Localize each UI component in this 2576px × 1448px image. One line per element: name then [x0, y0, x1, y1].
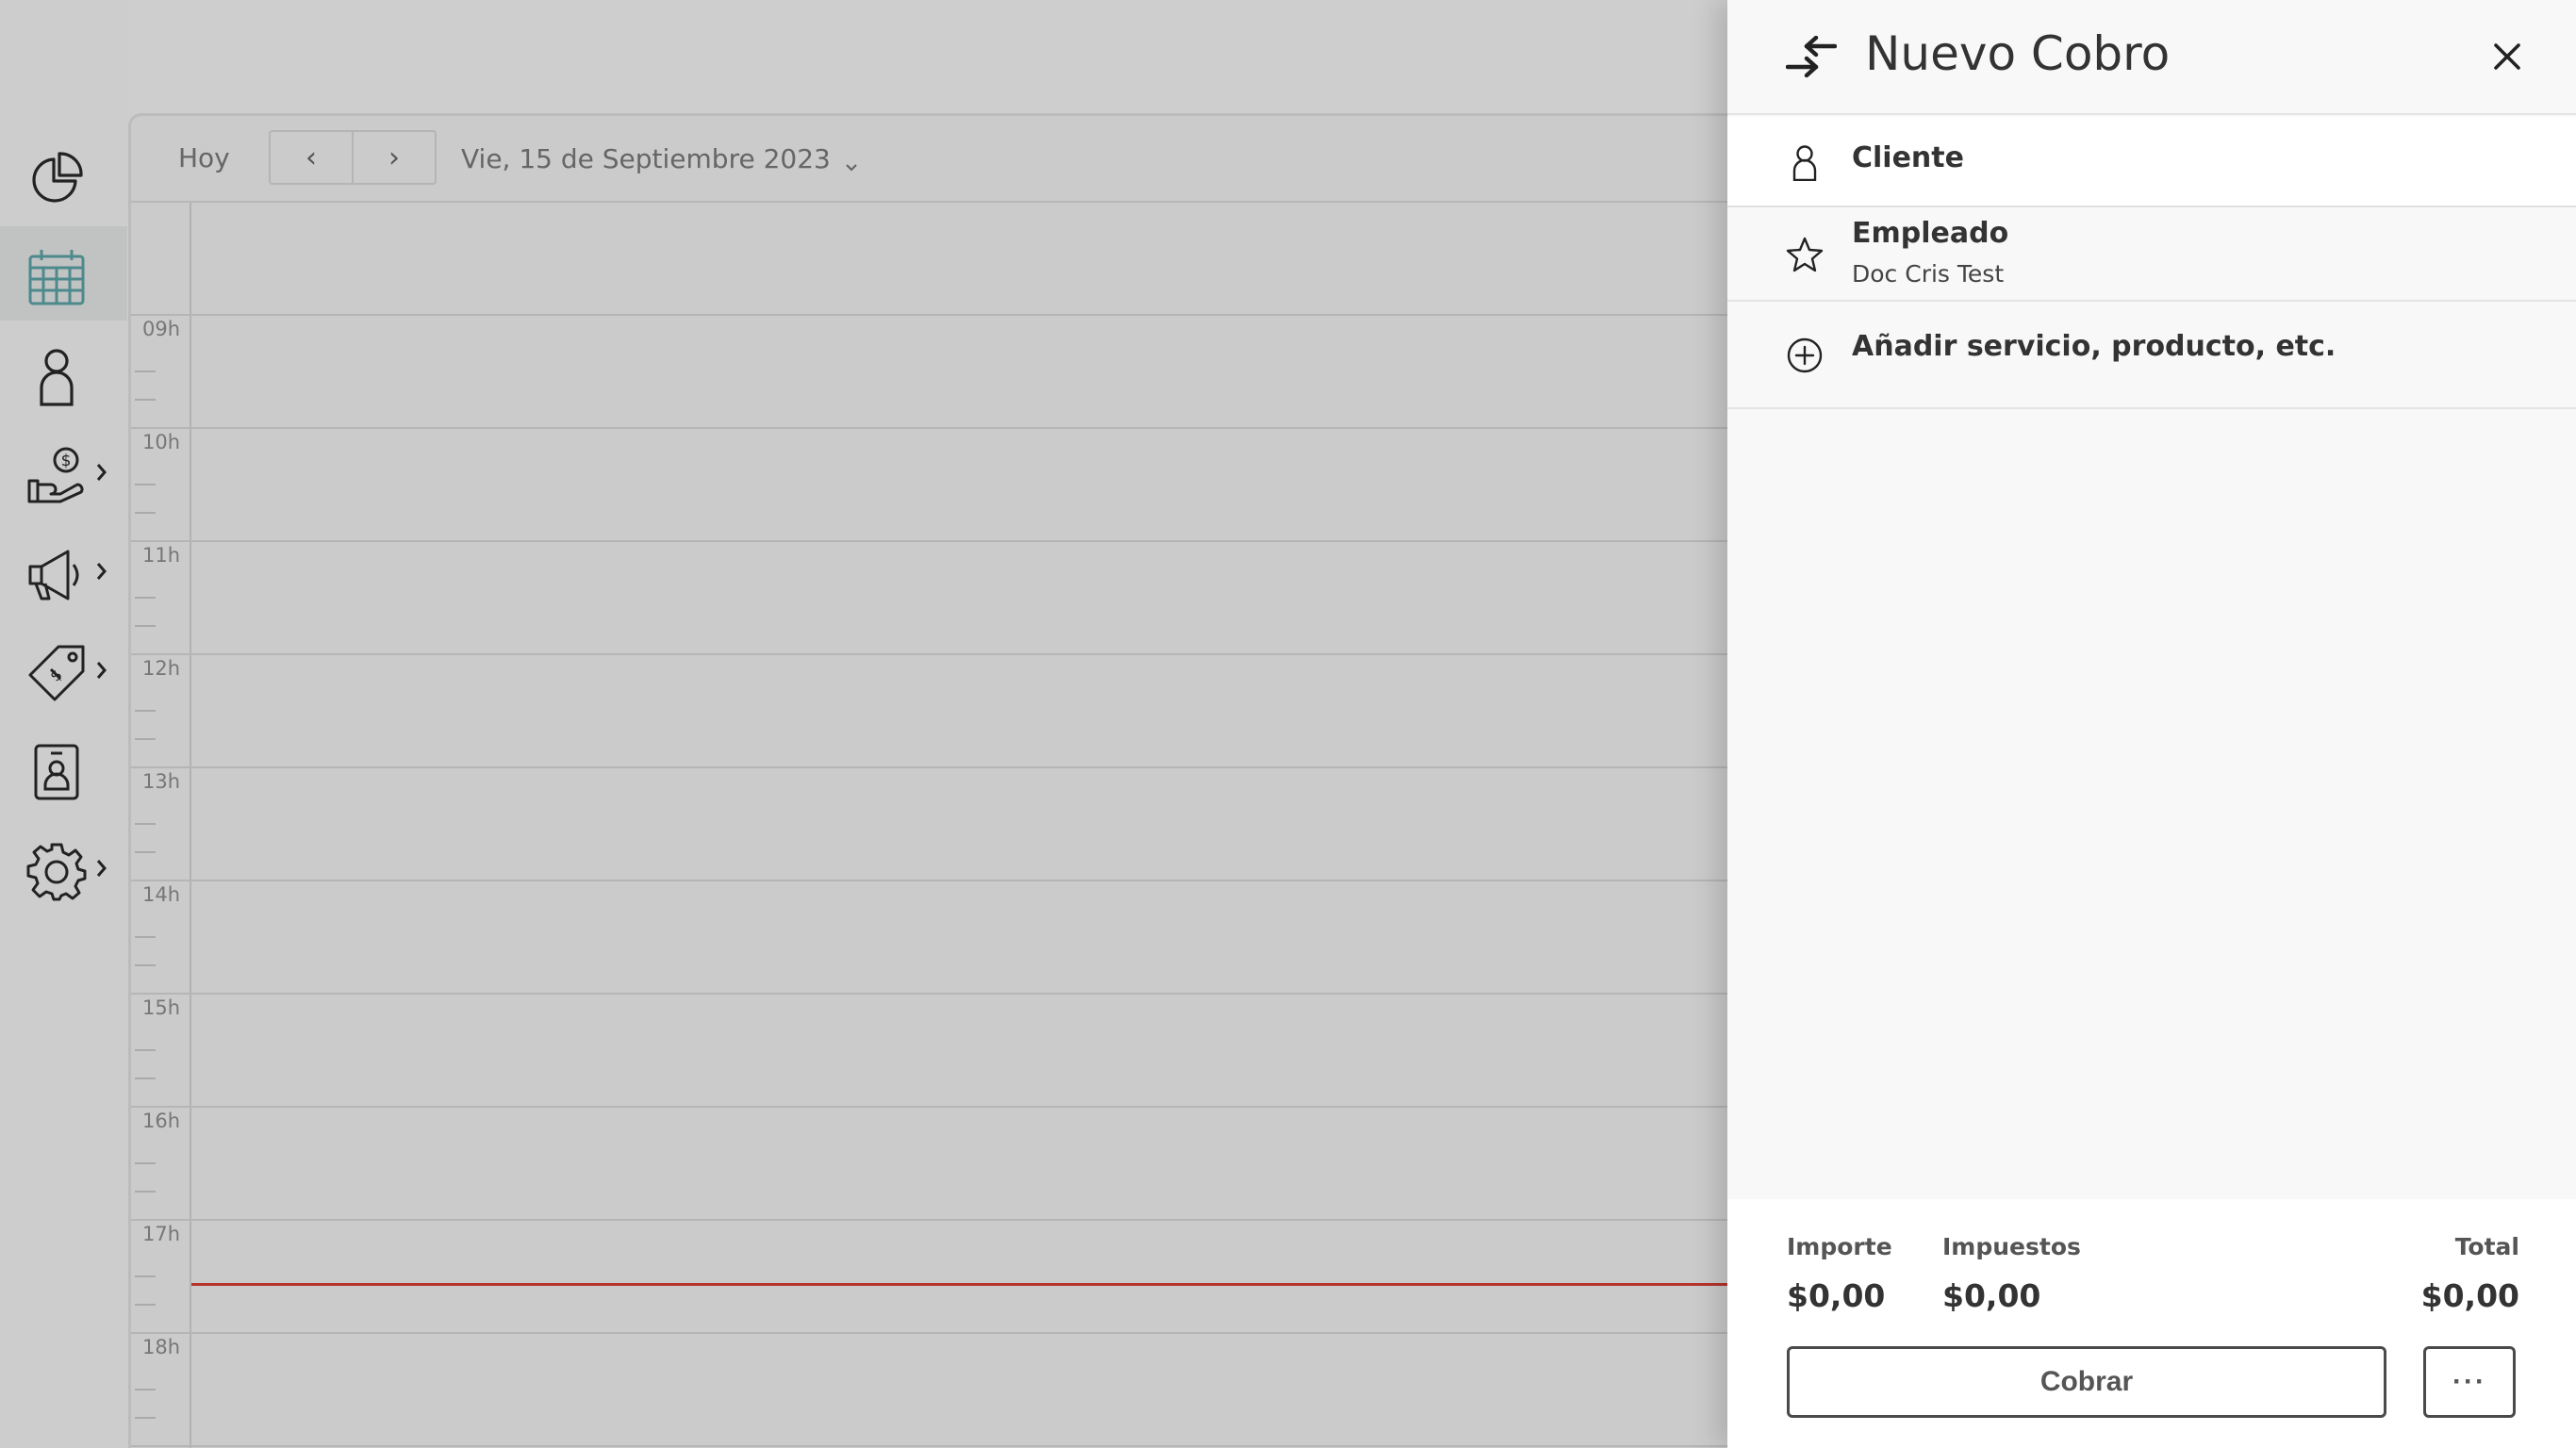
calendar-view: Hoy ‹ › Vie, 15 de Septiembre 2023 09h 1…: [128, 113, 1738, 1448]
client-selector[interactable]: Cliente: [1727, 117, 2576, 207]
impuestos-label: Impuestos: [1942, 1233, 2081, 1260]
hour-label: 16h: [142, 1110, 181, 1132]
sidebar-item-calendar[interactable]: [0, 226, 127, 321]
sidebar-item-clients[interactable]: [0, 325, 127, 420]
hour-row[interactable]: 10h: [131, 427, 1734, 540]
charge-button[interactable]: Cobrar: [1787, 1346, 2386, 1418]
add-item-button[interactable]: Añadir servicio, producto, etc.: [1727, 302, 2576, 409]
total-label: Total: [2454, 1233, 2519, 1260]
chevron-right-icon: [94, 658, 109, 683]
importe-value: $0,00: [1787, 1277, 1886, 1314]
hour-label: 15h: [142, 996, 181, 1019]
hour-row[interactable]: 12h: [131, 653, 1734, 766]
hour-label: 14h: [142, 883, 181, 906]
employee-selector[interactable]: Empleado Doc Cris Test: [1727, 207, 2576, 302]
star-icon: [1786, 236, 1824, 273]
sidebar-item-settings[interactable]: [0, 820, 127, 914]
hour-row[interactable]: 17h: [131, 1219, 1734, 1332]
chevron-down-icon: [844, 151, 859, 172]
more-options-button[interactable]: ···: [2423, 1346, 2516, 1418]
sidebar: $ $: [0, 0, 127, 1448]
sidebar-item-staff[interactable]: [0, 721, 127, 815]
calendar-grid[interactable]: 09h 10h 11h 12h 13h 14h 15h 16h 17h 18h: [131, 201, 1738, 1448]
hour-label: 13h: [142, 770, 181, 793]
hour-label: 10h: [142, 431, 181, 453]
employee-label: Empleado: [1852, 217, 2009, 250]
chevron-right-icon: [94, 559, 109, 584]
new-charge-panel: Nuevo Cobro Cliente Empleado Doc Cris Te…: [1727, 0, 2576, 1448]
current-date-label: Vie, 15 de Septiembre 2023: [461, 142, 831, 174]
date-navigation: ‹ ›: [269, 130, 437, 185]
hour-row[interactable]: 13h: [131, 766, 1734, 880]
current-time-indicator: [191, 1283, 1738, 1286]
add-item-label: Añadir servicio, producto, etc.: [1852, 330, 2337, 363]
hour-row[interactable]: 15h: [131, 993, 1734, 1106]
chevron-right-icon: [94, 856, 109, 880]
impuestos-value: $0,00: [1942, 1277, 2041, 1314]
swap-arrows-icon: [1786, 36, 1837, 79]
price-tags-icon: $: [26, 643, 87, 703]
hour-label: 09h: [142, 318, 181, 340]
close-icon[interactable]: [2486, 36, 2528, 77]
hour-row[interactable]: 09h: [131, 314, 1734, 427]
hour-row[interactable]: 11h: [131, 540, 1734, 653]
sidebar-item-billing[interactable]: $: [0, 424, 127, 518]
total-value: $0,00: [2420, 1277, 2519, 1314]
date-picker[interactable]: Vie, 15 de Septiembre 2023: [461, 137, 859, 180]
calendar-icon: [26, 247, 87, 307]
sidebar-item-dashboard[interactable]: [0, 127, 127, 222]
sidebar-item-marketing[interactable]: [0, 523, 127, 617]
panel-title: Nuevo Cobro: [1865, 26, 2171, 81]
calendar-toolbar: Hoy ‹ › Vie, 15 de Septiembre 2023: [131, 116, 1734, 201]
client-label: Cliente: [1852, 141, 1964, 174]
sidebar-item-catalog[interactable]: $: [0, 622, 127, 716]
user-icon: [26, 346, 87, 406]
hour-label: 17h: [142, 1223, 181, 1245]
hour-label: 18h: [142, 1336, 181, 1358]
impuestos-summary: Impuestos $0,00: [1942, 1233, 2081, 1314]
chevron-right-icon: [94, 460, 109, 485]
svg-text:$: $: [61, 452, 72, 470]
hour-row[interactable]: 16h: [131, 1106, 1734, 1219]
svg-text:$: $: [46, 666, 66, 685]
pie-chart-icon: [26, 148, 87, 208]
hour-label: 11h: [142, 544, 181, 567]
today-button[interactable]: Hoy: [178, 137, 230, 180]
importe-summary: Importe $0,00: [1787, 1233, 1892, 1314]
user-icon: [1786, 143, 1824, 181]
hour-label: 12h: [142, 657, 181, 680]
megaphone-icon: [26, 544, 87, 604]
importe-label: Importe: [1787, 1233, 1892, 1260]
employee-name: Doc Cris Test: [1852, 260, 2005, 288]
next-day-button[interactable]: ›: [352, 132, 435, 183]
plus-circle-icon: [1786, 337, 1824, 374]
hour-row[interactable]: 18h: [131, 1332, 1734, 1445]
panel-header: Nuevo Cobro: [1727, 0, 2576, 115]
id-badge-icon: [26, 742, 87, 802]
total-summary: Total $0,00: [2421, 1233, 2519, 1314]
hand-money-icon: $: [26, 445, 87, 505]
gear-icon: [26, 841, 87, 901]
previous-day-button[interactable]: ‹: [271, 132, 352, 183]
hour-row[interactable]: 14h: [131, 880, 1734, 993]
panel-footer: Importe $0,00 Impuestos $0,00 Total $0,0…: [1727, 1199, 2576, 1448]
